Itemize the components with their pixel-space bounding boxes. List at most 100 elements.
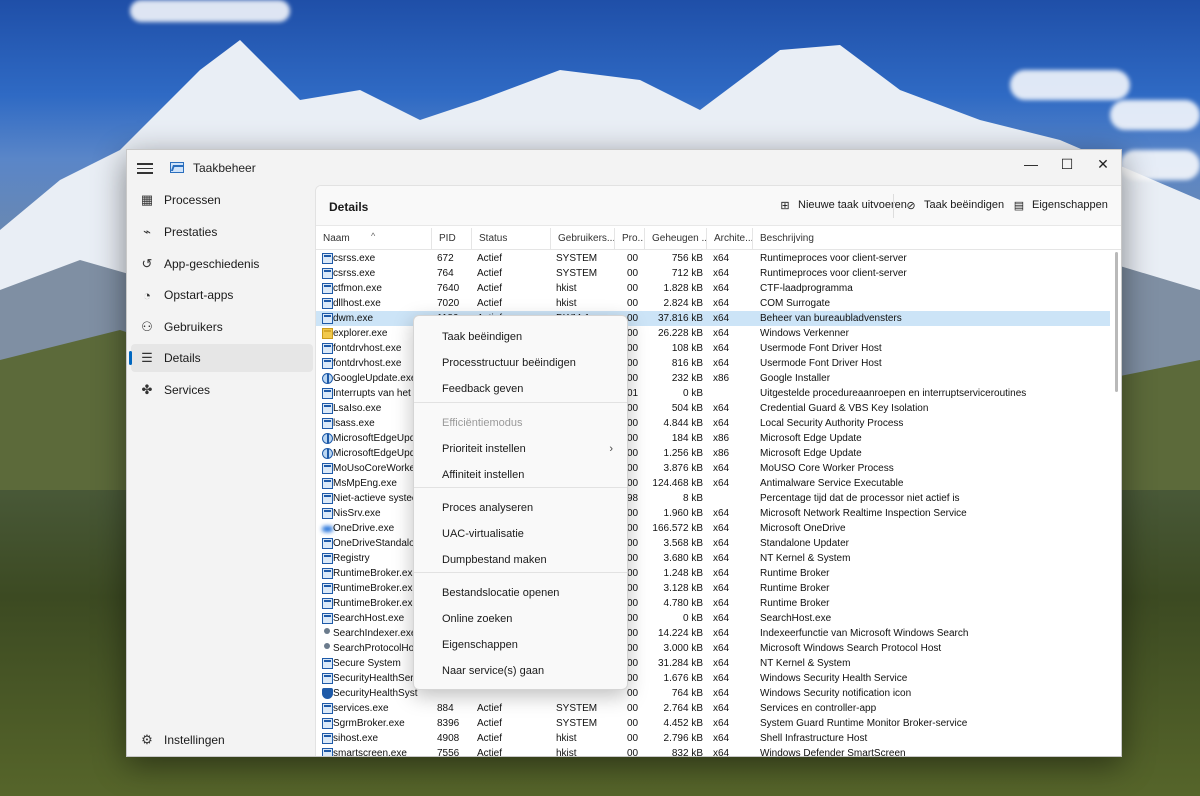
menu-item-label: Naar service(s) gaan bbox=[442, 665, 545, 677]
column-header-pid[interactable]: PID bbox=[432, 228, 472, 250]
cell-cpu: 00 bbox=[627, 418, 639, 429]
sidebar-item-prestaties[interactable]: ⌁ Prestaties bbox=[131, 218, 313, 246]
menu-item-eigenschappen[interactable]: Eigenschappen bbox=[418, 633, 623, 657]
cell-cpu: 00 bbox=[627, 538, 639, 549]
sidebar-item-app-geschiedenis[interactable]: ↺ App-geschiedenis bbox=[131, 250, 313, 278]
cell-arch: x64 bbox=[713, 613, 730, 624]
app-window-icon bbox=[322, 298, 333, 309]
cell-cpu: 00 bbox=[627, 463, 639, 474]
table-row[interactable]: services.exe 884 Actief SYSTEM 00 2.764 kB x64… bbox=[316, 701, 1110, 716]
cell-desc: Local Security Authority Process bbox=[760, 418, 904, 429]
sidebar-nav: ▦ Processen ⌁ Prestaties ↺ App-geschiede… bbox=[127, 186, 315, 756]
cell-mem: 504 kB bbox=[671, 403, 703, 414]
shield-icon bbox=[322, 688, 333, 699]
cell-pid: 672 bbox=[437, 253, 454, 264]
cell-cpu: 00 bbox=[627, 508, 639, 519]
cell-status: Actief bbox=[477, 748, 503, 757]
menu-item-taak-be-indigen[interactable]: Taak beëindigen bbox=[418, 325, 623, 349]
app-window-icon bbox=[322, 553, 333, 564]
app-window-icon bbox=[322, 478, 333, 489]
cell-mem: 37.816 kB bbox=[657, 313, 703, 324]
sidebar-item-label: Prestaties bbox=[164, 225, 218, 239]
menu-item-prioriteit-instellen[interactable]: Prioriteit instellen › bbox=[418, 437, 623, 461]
cell-desc: Windows Defender SmartScreen bbox=[760, 748, 906, 757]
maximize-button[interactable]: ☐ bbox=[1049, 150, 1085, 178]
history-icon: ↺ bbox=[141, 256, 153, 271]
cell-mem: 712 kB bbox=[671, 268, 703, 279]
menu-item-naar-service-s-gaan[interactable]: Naar service(s) gaan bbox=[418, 659, 623, 683]
new-task-button[interactable]: ⊞ Nieuwe taak uitvoeren bbox=[778, 198, 906, 212]
menu-separator bbox=[414, 572, 627, 573]
column-header-geheugen[interactable]: Geheugen ... bbox=[645, 228, 707, 250]
sidebar-item-processen[interactable]: ▦ Processen bbox=[131, 186, 313, 214]
app-window-icon bbox=[322, 508, 333, 519]
cell-desc: System Guard Runtime Monitor Broker-serv… bbox=[760, 718, 968, 729]
cell-cpu: 00 bbox=[627, 583, 639, 594]
minimize-button[interactable]: — bbox=[1013, 150, 1049, 178]
column-header-architectuur[interactable]: Archite... bbox=[707, 228, 753, 250]
sidebar-item-label: Processen bbox=[164, 193, 221, 207]
hamburger-menu-icon[interactable] bbox=[137, 160, 153, 174]
menu-item-feedback-geven[interactable]: Feedback geven bbox=[418, 377, 623, 401]
cell-status: Actief bbox=[477, 268, 503, 279]
app-window-icon bbox=[322, 253, 333, 264]
cell-arch: x64 bbox=[713, 733, 730, 744]
cell-cpu: 00 bbox=[627, 673, 639, 684]
sidebar-item-label: Gebruikers bbox=[164, 320, 223, 334]
menu-item-uac-virtualisatie[interactable]: UAC-virtualisatie bbox=[418, 522, 623, 546]
column-header-gebruikers[interactable]: Gebruikers... bbox=[551, 228, 615, 250]
menu-item-affiniteit-instellen[interactable]: Affiniteit instellen bbox=[418, 463, 623, 487]
menu-item-bestandslocatie-openen[interactable]: Bestandslocatie openen bbox=[418, 581, 623, 605]
cell-cpu: 00 bbox=[627, 568, 639, 579]
cell-mem: 8 kB bbox=[682, 493, 703, 504]
close-button[interactable]: ✕ bbox=[1085, 150, 1121, 178]
menu-item-dumpbestand-maken[interactable]: Dumpbestand maken bbox=[418, 548, 623, 572]
cell-desc: Usermode Font Driver Host bbox=[760, 343, 882, 354]
cell-mem: 3.128 kB bbox=[663, 583, 703, 594]
table-row[interactable]: smartscreen.exe 7556 Actief hkist 00 832 kB x6… bbox=[316, 746, 1110, 757]
end-task-button[interactable]: ⊘ Taak beëindigen bbox=[904, 198, 1004, 212]
table-row[interactable]: dllhost.exe 7020 Actief hkist 00 2.824 kB x64 C… bbox=[316, 296, 1110, 311]
menu-item-label: UAC-virtualisatie bbox=[442, 528, 524, 540]
app-window-icon bbox=[322, 418, 333, 429]
properties-button[interactable]: ▤ Eigenschappen bbox=[1012, 198, 1108, 212]
table-row[interactable]: csrss.exe 764 Actief SYSTEM 00 712 kB x64 Runti… bbox=[316, 266, 1110, 281]
table-row[interactable]: SgrmBroker.exe 8396 Actief SYSTEM 00 4.452 kB… bbox=[316, 716, 1110, 731]
menu-item-processtructuur-be-indigen[interactable]: Processtructuur beëindigen bbox=[418, 351, 623, 375]
sidebar-item-gebruikers[interactable]: ⚇ Gebruikers bbox=[131, 313, 313, 341]
cell-desc: Windows Security Health Service bbox=[760, 673, 908, 684]
table-row[interactable]: sihost.exe 4908 Actief hkist 00 2.796 kB x64 Sh… bbox=[316, 731, 1110, 746]
cell-arch: x64 bbox=[713, 583, 730, 594]
cell-user: SYSTEM bbox=[556, 703, 598, 714]
cell-desc: Shell Infrastructure Host bbox=[760, 733, 868, 744]
table-row[interactable]: ctfmon.exe 7640 Actief hkist 00 1.828 kB x64 CT… bbox=[316, 281, 1110, 296]
column-header-naam[interactable]: Naam ^ bbox=[316, 228, 432, 250]
cell-desc: MoUSO Core Worker Process bbox=[760, 463, 894, 474]
menu-item-proces-analyseren[interactable]: Proces analyseren bbox=[418, 496, 623, 520]
column-header-processor[interactable]: Pro... bbox=[615, 228, 645, 250]
sidebar-item-services[interactable]: ✤ Services bbox=[131, 376, 313, 404]
cell-name: dllhost.exe bbox=[333, 298, 381, 309]
sidebar-item-details[interactable]: ☰ Details bbox=[129, 344, 313, 372]
cell-status: Actief bbox=[477, 283, 503, 294]
list-icon: ☰ bbox=[141, 350, 153, 365]
menu-item-label: Online zoeken bbox=[442, 613, 513, 625]
table-row[interactable]: csrss.exe 672 Actief SYSTEM 00 756 kB x64 Runti… bbox=[316, 251, 1110, 266]
column-header-status[interactable]: Status bbox=[472, 228, 551, 250]
cell-cpu: 00 bbox=[627, 598, 639, 609]
sidebar-item-instellingen[interactable]: ⚙ Instellingen bbox=[131, 726, 313, 754]
sidebar-item-opstart-apps[interactable]: ◔ Opstart-apps bbox=[131, 281, 313, 309]
cell-user: SYSTEM bbox=[556, 718, 598, 729]
cell-desc: Runtimeproces voor client-server bbox=[760, 253, 907, 264]
menu-item-online-zoeken[interactable]: Online zoeken bbox=[418, 607, 623, 631]
vertical-scrollbar[interactable] bbox=[1115, 252, 1118, 392]
cell-mem: 3.876 kB bbox=[663, 463, 703, 474]
app-window-icon bbox=[322, 613, 333, 624]
app-window-icon bbox=[322, 718, 333, 729]
cell-status: Actief bbox=[477, 733, 503, 744]
cell-desc: SearchHost.exe bbox=[760, 613, 832, 624]
cell-pid: 764 bbox=[437, 268, 454, 279]
cell-cpu: 00 bbox=[627, 718, 639, 729]
column-header-beschrijving[interactable]: Beschrijving bbox=[753, 228, 1110, 250]
cell-pid: 884 bbox=[437, 703, 454, 714]
